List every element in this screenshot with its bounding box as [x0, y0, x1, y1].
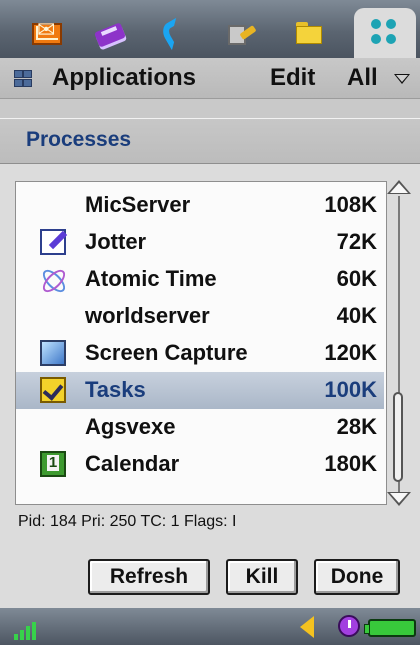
- tools-icon: [226, 21, 256, 47]
- menu-icon[interactable]: [14, 70, 32, 88]
- calendar-icon: [40, 451, 66, 477]
- process-name: Atomic Time: [85, 266, 217, 291]
- speaker-icon[interactable]: [300, 616, 314, 638]
- menu-applications[interactable]: Applications: [52, 64, 196, 92]
- dialog-title: Processes: [26, 128, 132, 151]
- tab-tools[interactable]: [212, 10, 270, 58]
- process-size: 100K: [324, 377, 377, 402]
- menu-bar: Applications Edit All: [0, 58, 420, 99]
- tab-applications[interactable]: [354, 8, 416, 58]
- clock-icon[interactable]: [338, 615, 360, 637]
- phone-icon: [160, 19, 190, 49]
- process-row[interactable]: worldserver 40K: [16, 298, 384, 335]
- process-name: worldserver: [85, 303, 210, 328]
- done-button[interactable]: Done: [314, 559, 400, 595]
- kill-button[interactable]: Kill: [226, 559, 298, 595]
- scrollbar-thumb[interactable]: [393, 392, 403, 482]
- tab-contacts[interactable]: [80, 10, 138, 58]
- process-list[interactable]: MicServer 108K Jotter 72K Atomic Time 60…: [15, 180, 411, 506]
- screen-capture-icon: [40, 340, 66, 366]
- chevron-down-icon[interactable]: [394, 74, 410, 84]
- tasks-icon: [40, 377, 66, 403]
- process-size: 60K: [336, 266, 377, 291]
- process-row[interactable]: MicServer 108K: [16, 187, 384, 224]
- scroll-up-arrow-icon[interactable]: [387, 180, 411, 194]
- menu-edit[interactable]: Edit: [270, 64, 315, 92]
- envelope-icon: [32, 20, 62, 45]
- app-tab-bar: [0, 0, 420, 58]
- book-icon: [94, 21, 124, 47]
- process-row-selected[interactable]: Tasks 100K: [16, 372, 384, 409]
- process-row[interactable]: Screen Capture 120K: [16, 335, 384, 372]
- process-name: Jotter: [85, 229, 147, 254]
- process-name: Agsvexe: [85, 414, 176, 439]
- battery-icon: [364, 619, 416, 637]
- process-row[interactable]: Agsvexe 28K: [16, 409, 384, 446]
- process-info: Pid: 184 Pri: 250 TC: 1 Flags: I: [18, 513, 237, 530]
- jotter-icon: [40, 229, 66, 255]
- process-name: Calendar: [85, 451, 180, 476]
- scroll-down-arrow-icon[interactable]: [387, 492, 411, 506]
- tab-phone[interactable]: [146, 10, 204, 58]
- atomic-time-icon: [40, 266, 66, 292]
- dialog-title-bar: Processes: [0, 118, 420, 164]
- process-name: Tasks: [85, 377, 146, 402]
- process-size: 180K: [324, 451, 377, 476]
- signal-strength-icon: [14, 618, 42, 640]
- process-row[interactable]: Jotter 72K: [16, 224, 384, 261]
- refresh-button[interactable]: Refresh: [88, 559, 210, 595]
- process-size: 40K: [336, 303, 377, 328]
- process-name: MicServer: [85, 192, 191, 217]
- applications-grid-icon: [371, 19, 399, 47]
- process-name: Screen Capture: [85, 340, 248, 365]
- process-size: 120K: [324, 340, 377, 365]
- status-bar: [0, 608, 420, 645]
- tab-files[interactable]: [280, 10, 338, 58]
- processes-dialog: Processes MicServer 108K Jotter 72K Atom…: [0, 118, 420, 608]
- tab-messaging[interactable]: [18, 10, 76, 58]
- folder-icon: [294, 22, 324, 46]
- menu-all[interactable]: All: [347, 64, 378, 92]
- process-size: 72K: [336, 229, 377, 254]
- process-size: 28K: [336, 414, 377, 439]
- process-size: 108K: [324, 192, 377, 217]
- process-row[interactable]: Atomic Time 60K: [16, 261, 384, 298]
- process-row[interactable]: Calendar 180K: [16, 446, 384, 483]
